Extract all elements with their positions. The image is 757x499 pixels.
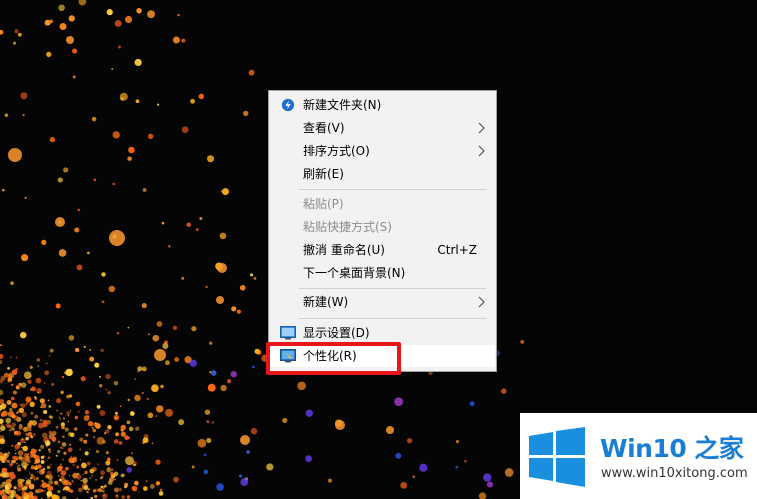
menu-item-label: 粘贴快捷方式(S) xyxy=(303,220,392,234)
menu-item-label: 刷新(E) xyxy=(303,167,344,181)
watermark-url: www.win10xitong.com xyxy=(601,466,748,481)
chevron-right-icon xyxy=(478,145,485,157)
watermark: Win10 之家 www.win10xitong.com xyxy=(520,413,757,499)
display-icon xyxy=(280,326,296,340)
menu-item-label: 显示设置(D) xyxy=(303,326,370,340)
chevron-right-icon xyxy=(478,122,485,134)
menu-item-paste[interactable]: 粘贴(P) xyxy=(270,193,495,215)
menu-item-next-background[interactable]: 下一个桌面背景(N) xyxy=(270,262,495,284)
menu-item-refresh[interactable]: 刷新(E) xyxy=(270,163,495,185)
menu-item-shortcut: Ctrl+Z xyxy=(437,243,477,257)
menu-item-label: 新建文件夹(N) xyxy=(303,98,382,112)
chevron-right-icon xyxy=(478,296,485,308)
menu-separator xyxy=(299,318,486,319)
menu-item-label: 排序方式(O) xyxy=(303,144,370,158)
menu-item-view[interactable]: 查看(V) xyxy=(270,117,495,139)
menu-item-label: 粘贴(P) xyxy=(303,197,344,211)
menu-item-new-folder[interactable]: 新建文件夹(N) xyxy=(270,94,495,116)
menu-item-paste-shortcut[interactable]: 粘贴快捷方式(S) xyxy=(270,216,495,238)
menu-item-label: 新建(W) xyxy=(303,295,349,309)
menu-separator xyxy=(299,288,486,289)
menu-item-undo-rename[interactable]: 撤消 重命名(U) Ctrl+Z xyxy=(270,239,495,261)
highlight-annotation xyxy=(266,342,401,375)
watermark-title: Win10 之家 xyxy=(600,434,744,463)
menu-separator xyxy=(299,189,486,190)
desktop-context-menu: 新建文件夹(N) 查看(V) 排序方式(O) 刷新(E) 粘贴(P) 粘贴快捷方… xyxy=(268,90,497,372)
menu-item-label: 撤消 重命名(U) xyxy=(303,243,385,257)
menu-item-label: 查看(V) xyxy=(303,121,345,135)
new-folder-icon xyxy=(281,98,295,112)
menu-item-label: 下一个桌面背景(N) xyxy=(303,266,406,280)
windows-logo-icon xyxy=(529,427,585,487)
menu-item-sort-by[interactable]: 排序方式(O) xyxy=(270,140,495,162)
menu-item-new[interactable]: 新建(W) xyxy=(270,291,495,313)
menu-item-display-settings[interactable]: 显示设置(D) xyxy=(270,322,495,344)
